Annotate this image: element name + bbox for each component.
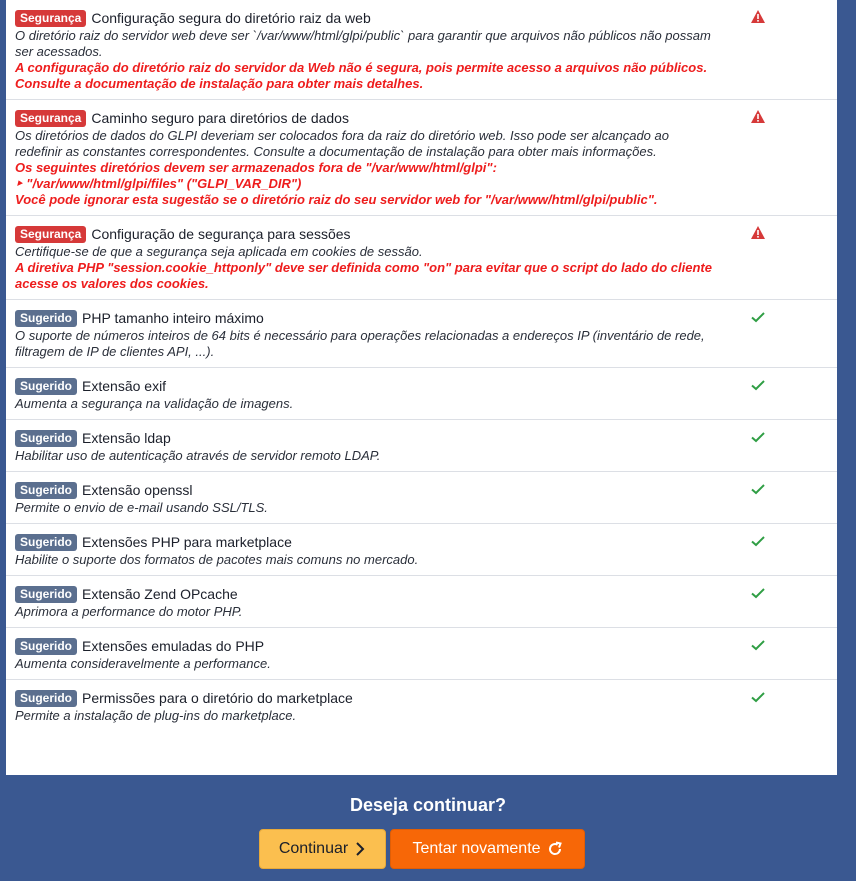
suggested-badge: Sugerido bbox=[15, 429, 78, 447]
requirement-description: Aumenta consideravelmente a performance. bbox=[15, 656, 271, 671]
requirement-row: Sugerido Extensão Zend OPcache Aprimora … bbox=[6, 576, 837, 628]
warning-triangle-icon bbox=[750, 109, 766, 125]
security-badge: Segurança bbox=[15, 109, 87, 127]
requirement-title: Configuração de segurança para sessões bbox=[91, 226, 351, 242]
check-icon bbox=[750, 533, 766, 549]
suggested-badge: Sugerido bbox=[15, 637, 78, 655]
retry-button[interactable]: Tentar novamente bbox=[390, 829, 585, 869]
suggested-badge: Sugerido bbox=[15, 309, 78, 327]
check-icon bbox=[750, 689, 766, 705]
requirement-row: Sugerido Extensão exif Aumenta a seguran… bbox=[6, 368, 837, 420]
suggested-badge: Sugerido bbox=[15, 377, 78, 395]
requirement-row: Sugerido Extensão ldap Habilitar uso de … bbox=[6, 420, 837, 472]
requirement-description: Habilitar uso de autenticação através de… bbox=[15, 448, 381, 463]
suggested-badge: Sugerido bbox=[15, 533, 78, 551]
suggested-badge: Sugerido bbox=[15, 481, 78, 499]
security-badge: Segurança bbox=[15, 9, 87, 27]
warning-triangle-icon bbox=[750, 9, 766, 25]
requirement-description: Permite o envio de e-mail usando SSL/TLS… bbox=[15, 500, 268, 515]
requirement-description: Habilite o suporte dos formatos de pacot… bbox=[15, 552, 419, 567]
requirements-panel: Segurança Configuração segura do diretór… bbox=[6, 0, 837, 775]
check-icon bbox=[750, 377, 766, 393]
check-icon bbox=[750, 309, 766, 325]
requirement-row: Sugerido Extensões PHP para marketplace … bbox=[6, 524, 837, 576]
continue-question: Deseja continuar? bbox=[349, 795, 507, 815]
requirement-description: Permite a instalação de plug-ins do mark… bbox=[15, 708, 297, 723]
requirement-row: Segurança Caminho seguro para diretórios… bbox=[6, 100, 837, 216]
requirement-description: Aprimora a performance do motor PHP. bbox=[15, 604, 243, 619]
retry-button-label: Tentar novamente bbox=[412, 840, 541, 857]
warning-triangle-icon bbox=[750, 225, 766, 241]
requirement-row: Segurança Configuração segura do diretór… bbox=[6, 0, 837, 100]
suggested-badge: Sugerido bbox=[15, 689, 78, 707]
requirement-title: Permissões para o diretório do marketpla… bbox=[82, 690, 353, 706]
security-badge: Segurança bbox=[15, 225, 87, 243]
requirement-description: O suporte de números inteiros de 64 bits… bbox=[15, 328, 705, 359]
requirement-warning: Os seguintes diretórios devem ser armaze… bbox=[15, 160, 658, 207]
requirement-description: Certifique-se de que a segurança seja ap… bbox=[15, 244, 423, 259]
requirement-title: Extensão exif bbox=[82, 378, 167, 394]
suggested-badge: Sugerido bbox=[15, 585, 78, 603]
requirement-warning: A configuração do diretório raiz do serv… bbox=[15, 60, 708, 91]
check-icon bbox=[750, 585, 766, 601]
requirement-title: Configuração segura do diretório raiz da… bbox=[91, 10, 371, 26]
requirement-warning: A diretiva PHP "session.cookie_httponly"… bbox=[15, 260, 712, 291]
requirement-row: Segurança Configuração de segurança para… bbox=[6, 216, 837, 300]
requirement-description: Os diretórios de dados do GLPI deveriam … bbox=[15, 128, 669, 159]
requirement-title: Extensão Zend OPcache bbox=[82, 586, 238, 602]
requirement-row: Sugerido Extensão openssl Permite o envi… bbox=[6, 472, 837, 524]
check-icon bbox=[750, 481, 766, 497]
requirement-row: Sugerido Permissões para o diretório do … bbox=[6, 680, 837, 731]
requirement-title: Extensão openssl bbox=[82, 482, 193, 498]
chevron-right-icon bbox=[356, 842, 365, 856]
check-icon bbox=[750, 637, 766, 653]
continue-button-label: Continuar bbox=[278, 840, 349, 857]
requirement-title: Caminho seguro para diretórios de dados bbox=[91, 110, 349, 126]
requirement-row: Sugerido Extensões emuladas do PHP Aumen… bbox=[6, 628, 837, 680]
requirement-title: Extensões emuladas do PHP bbox=[82, 638, 265, 654]
requirement-title: Extensões PHP para marketplace bbox=[82, 534, 292, 550]
requirement-row: Sugerido PHP tamanho inteiro máximo O su… bbox=[6, 300, 837, 368]
requirement-title: Extensão ldap bbox=[82, 430, 171, 446]
continue-button[interactable]: Continuar bbox=[259, 829, 386, 869]
check-icon bbox=[750, 429, 766, 445]
requirement-description: O diretório raiz do servidor web deve se… bbox=[15, 28, 711, 59]
requirement-title: PHP tamanho inteiro máximo bbox=[82, 310, 264, 326]
requirement-description: Aumenta a segurança na validação de imag… bbox=[15, 396, 294, 411]
refresh-icon bbox=[548, 841, 562, 855]
